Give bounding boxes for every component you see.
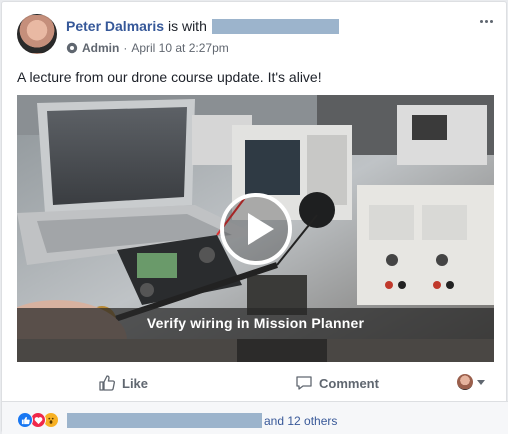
post-author-line: Peter Dalmaris is with — [66, 17, 207, 35]
author-name-link[interactable]: Peter Dalmaris — [66, 18, 164, 34]
redacted-reactor-names — [67, 413, 262, 428]
chevron-down-icon — [477, 379, 485, 385]
comment-label: Comment — [319, 375, 379, 391]
play-icon — [248, 213, 274, 245]
comment-icon — [296, 376, 312, 390]
like-reaction-icon — [17, 412, 33, 428]
admin-role-label: Admin — [82, 41, 120, 55]
post-as-selector[interactable] — [457, 374, 485, 390]
video-player[interactable]: Verify wiring in Mission Planner — [17, 95, 494, 362]
video-caption: Verify wiring in Mission Planner — [146, 315, 365, 331]
post-text: A lecture from our drone course update. … — [17, 69, 322, 85]
shield-icon — [66, 42, 78, 54]
post-meta: Admin · April 10 at 2:27pm — [66, 40, 229, 56]
thumbs-up-icon — [99, 375, 115, 391]
play-button[interactable] — [220, 193, 292, 265]
with-label: is with — [167, 18, 207, 34]
meta-separator: · — [123, 41, 128, 55]
reactions-bar: and 12 others — [2, 401, 508, 434]
more-options-icon[interactable] — [478, 16, 494, 26]
author-avatar[interactable] — [17, 14, 57, 54]
redacted-tagged-names — [212, 19, 339, 34]
reactions-others-link[interactable]: and 12 others — [264, 413, 337, 429]
avatar — [457, 374, 473, 390]
reaction-icons[interactable] — [17, 412, 59, 428]
like-label: Like — [122, 375, 149, 391]
like-button[interactable]: Like — [98, 372, 148, 394]
comment-button[interactable]: Comment — [295, 372, 379, 394]
post-timestamp-link[interactable]: April 10 at 2:27pm — [131, 40, 228, 56]
post-card: Peter Dalmaris is with Admin · April 10 … — [1, 1, 508, 434]
